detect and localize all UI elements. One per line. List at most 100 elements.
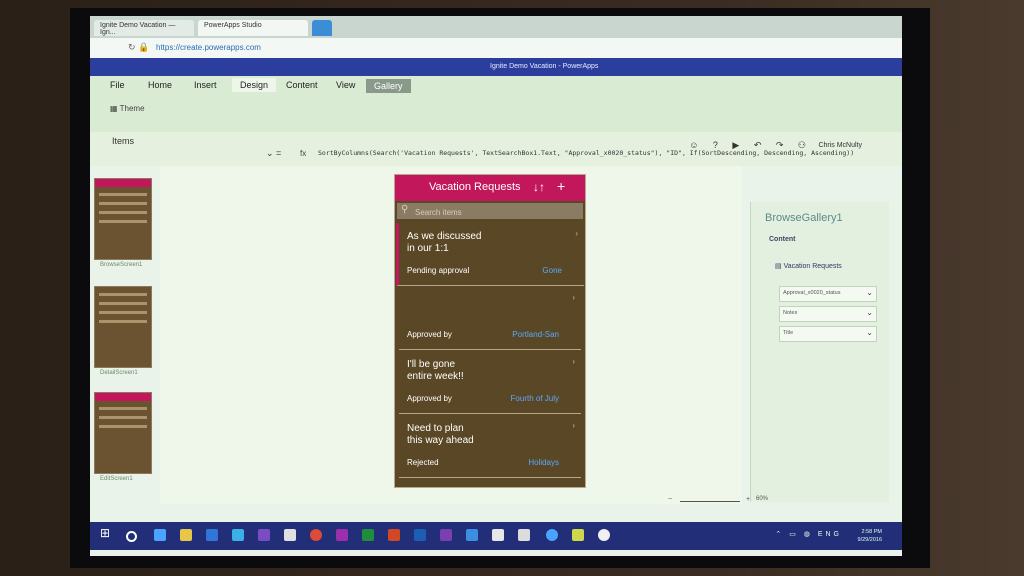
- onenote-icon[interactable]: [336, 529, 348, 541]
- field-dropdown[interactable]: Approval_x0020_status ⌄: [779, 286, 877, 302]
- excel-icon[interactable]: [362, 529, 374, 541]
- chevron-down-icon: ⌄: [866, 288, 873, 297]
- tab-content[interactable]: Content: [286, 80, 318, 90]
- address-bar[interactable]: ↻ 🔒 https://create.powerapps.com: [90, 38, 902, 58]
- app-title: Vacation Requests: [429, 181, 521, 193]
- gallery-item[interactable]: Need to plan this way ahead Rejected Hol…: [399, 415, 581, 478]
- app-icon[interactable]: [440, 529, 452, 541]
- window-title: Ignite Demo Vacation - PowerApps: [490, 63, 599, 70]
- screen-label: BrowseScreen1: [100, 262, 143, 268]
- ie-icon[interactable]: [466, 529, 478, 541]
- chevron-down-icon: ⌄: [866, 328, 873, 337]
- sort-icon[interactable]: ↓↑: [533, 180, 545, 194]
- outlook-icon[interactable]: [206, 529, 218, 541]
- new-tab-button[interactable]: [312, 20, 332, 36]
- chrome-icon[interactable]: [310, 529, 322, 541]
- chevron-right-icon[interactable]: ›: [572, 421, 575, 430]
- theme-button[interactable]: ▦ Theme: [110, 104, 145, 113]
- zoom-in-icon[interactable]: +: [746, 496, 750, 503]
- system-tray[interactable]: ⌃ ▭ ◍ ENG: [775, 530, 842, 538]
- tab-home[interactable]: Home: [148, 80, 172, 90]
- item-notes: I'll be gone entire week!!: [407, 359, 464, 382]
- app-icon[interactable]: [518, 529, 530, 541]
- user-name[interactable]: Chris McNulty: [818, 142, 862, 149]
- theme-label: Theme: [119, 104, 145, 113]
- clock[interactable]: 2:58 PM 9/29/2016: [858, 528, 882, 544]
- app-icon[interactable]: [572, 529, 584, 541]
- add-icon[interactable]: +: [557, 178, 565, 194]
- browser-tab-strip: Ignite Demo Vacation — Ign... PowerApps …: [90, 16, 902, 38]
- app-preview: Vacation Requests ↓↑ + ⚲ As we discussed…: [394, 174, 586, 488]
- item-notes: Need to plan this way ahead: [407, 423, 474, 446]
- refresh-icon[interactable]: ↻ 🔒: [128, 42, 149, 53]
- projected-screen: Ignite Demo Vacation — Ign... PowerApps …: [90, 16, 902, 556]
- field-dropdown[interactable]: Title ⌄: [779, 326, 877, 342]
- item-status: Rejected: [407, 458, 439, 467]
- gallery-item[interactable]: Approved by Portland-San ›: [399, 287, 581, 350]
- toolbar-icons[interactable]: ☺ ? ▶ ↶ ↷ ⚇: [689, 140, 812, 151]
- app-title-bar: Ignite Demo Vacation - PowerApps: [90, 58, 902, 76]
- tab-insert[interactable]: Insert: [194, 80, 217, 90]
- tab-file[interactable]: File: [110, 80, 125, 90]
- app-icon[interactable]: [258, 529, 270, 541]
- language-indicator: ENG: [817, 531, 842, 538]
- word-icon[interactable]: [414, 529, 426, 541]
- browser-tab-1[interactable]: Ignite Demo Vacation — Ign...: [94, 20, 194, 36]
- item-status: Pending approval: [407, 266, 470, 275]
- properties-panel: BrowseGallery1 Content ▤ Vacation Reques…: [750, 202, 889, 502]
- taskbar: ⊞ ⌃ ▭ ◍ ENG 2:58 PM 9/29/2016: [90, 522, 902, 550]
- chevron-down-icon: ⌄: [866, 308, 873, 317]
- zoom-control[interactable]: − + 60%: [668, 496, 768, 503]
- gallery-item[interactable]: I'll be gone entire week!! Approved by F…: [399, 351, 581, 414]
- app-icon[interactable]: [492, 529, 504, 541]
- item-status: Approved by: [407, 330, 452, 339]
- zoom-level: 60%: [756, 496, 769, 502]
- app-icon[interactable]: [598, 529, 610, 541]
- windows-start-icon[interactable]: ⊞: [100, 526, 112, 540]
- chrome-icon[interactable]: [546, 529, 558, 541]
- search-icon: ⚲: [401, 204, 409, 215]
- item-title: Holidays: [528, 458, 559, 467]
- item-title: Fourth of July: [510, 394, 559, 403]
- screens-pane: BrowseScreen1 DetailScreen1 EditScreen1: [90, 176, 160, 516]
- zoom-out-icon[interactable]: −: [668, 496, 672, 503]
- formula-bar: Items ⌄ = fx SortByColumns(Search('Vacat…: [90, 132, 902, 166]
- search-input[interactable]: [413, 205, 577, 219]
- zoom-slider[interactable]: [680, 501, 740, 502]
- tab-design[interactable]: Design: [232, 78, 277, 92]
- screen-label: DetailScreen1: [100, 370, 138, 376]
- app-header: Vacation Requests ↓↑ +: [395, 175, 585, 201]
- gallery-item[interactable]: As we discussed in our 1:1 Pending appro…: [396, 223, 584, 286]
- property-dropdown[interactable]: Items: [112, 136, 134, 146]
- chevron-down-icon[interactable]: ⌄ =: [266, 148, 281, 159]
- tab-gallery[interactable]: Gallery: [366, 79, 411, 93]
- fx-icon: fx: [300, 149, 307, 158]
- control-name[interactable]: BrowseGallery1: [765, 212, 843, 224]
- app-icon[interactable]: [284, 529, 296, 541]
- item-notes: As we discussed in our 1:1: [407, 231, 482, 254]
- powerpoint-icon[interactable]: [388, 529, 400, 541]
- edge-icon[interactable]: [154, 529, 166, 541]
- chevron-right-icon[interactable]: ›: [572, 293, 575, 302]
- item-title: Portland-San: [512, 330, 559, 339]
- browser-tab-2[interactable]: PowerApps Studio: [198, 20, 308, 36]
- data-source-label: Vacation Requests: [783, 263, 842, 270]
- item-title: Gone: [542, 266, 562, 275]
- url-text: https://create.powerapps.com: [156, 43, 261, 52]
- ribbon: File Home Insert Design Content View Gal…: [90, 76, 902, 132]
- field-dropdown[interactable]: Notes ⌄: [779, 306, 877, 322]
- chevron-right-icon[interactable]: ›: [575, 229, 578, 238]
- content-label: Content: [769, 236, 796, 243]
- cortana-icon[interactable]: [126, 531, 137, 542]
- chevron-right-icon[interactable]: ›: [572, 357, 575, 366]
- tab-view[interactable]: View: [336, 80, 355, 90]
- data-source[interactable]: ▤ Vacation Requests: [775, 262, 842, 270]
- skype-icon[interactable]: [232, 529, 244, 541]
- screen-thumb-detail[interactable]: [94, 286, 152, 368]
- item-status: Approved by: [407, 394, 452, 403]
- screen-label: EditScreen1: [100, 476, 133, 482]
- file-explorer-icon[interactable]: [180, 529, 192, 541]
- search-box: ⚲: [397, 203, 583, 219]
- screen-thumb-browse[interactable]: [94, 178, 152, 260]
- screen-thumb-edit[interactable]: [94, 392, 152, 474]
